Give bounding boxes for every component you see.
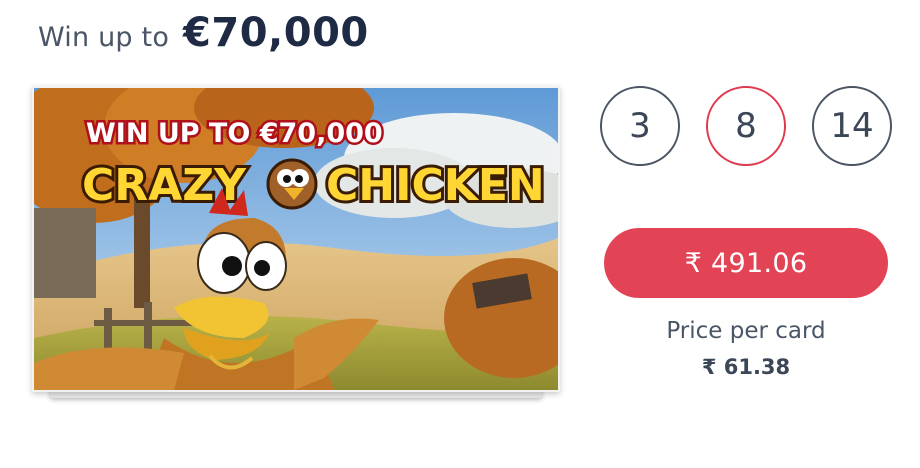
game-card-stack: WIN UP TO €70,000 CRAZY CHICKEN bbox=[32, 86, 560, 398]
logo-chicken-icon bbox=[266, 158, 318, 210]
price-per-card-label: Price per card bbox=[666, 318, 826, 344]
game-card-image[interactable]: WIN UP TO €70,000 CRAZY CHICKEN bbox=[32, 86, 560, 392]
card-count-option-8[interactable]: 8 bbox=[706, 86, 786, 166]
scratch-card-page: Win up to €70,000 WIN UP TO €70,000 CRAZ… bbox=[0, 0, 920, 468]
card-count-option-14[interactable]: 14 bbox=[812, 86, 892, 166]
headline: Win up to €70,000 bbox=[38, 10, 369, 56]
banner-line2-part2: CHICKEN bbox=[326, 160, 545, 211]
headline-lead: Win up to bbox=[38, 22, 170, 53]
headline-amount: €70,000 bbox=[183, 10, 369, 56]
price-per-card-value: ₹ 61.38 bbox=[701, 355, 791, 379]
banner-line1: WIN UP TO €70,000 bbox=[86, 118, 383, 149]
buy-button[interactable]: ₹ 491.06 bbox=[604, 228, 888, 298]
card-count-picker: 3 8 14 bbox=[600, 86, 892, 166]
card-count-option-3[interactable]: 3 bbox=[600, 86, 680, 166]
crazy-chicken-artwork: WIN UP TO €70,000 CRAZY CHICKEN bbox=[34, 88, 558, 390]
